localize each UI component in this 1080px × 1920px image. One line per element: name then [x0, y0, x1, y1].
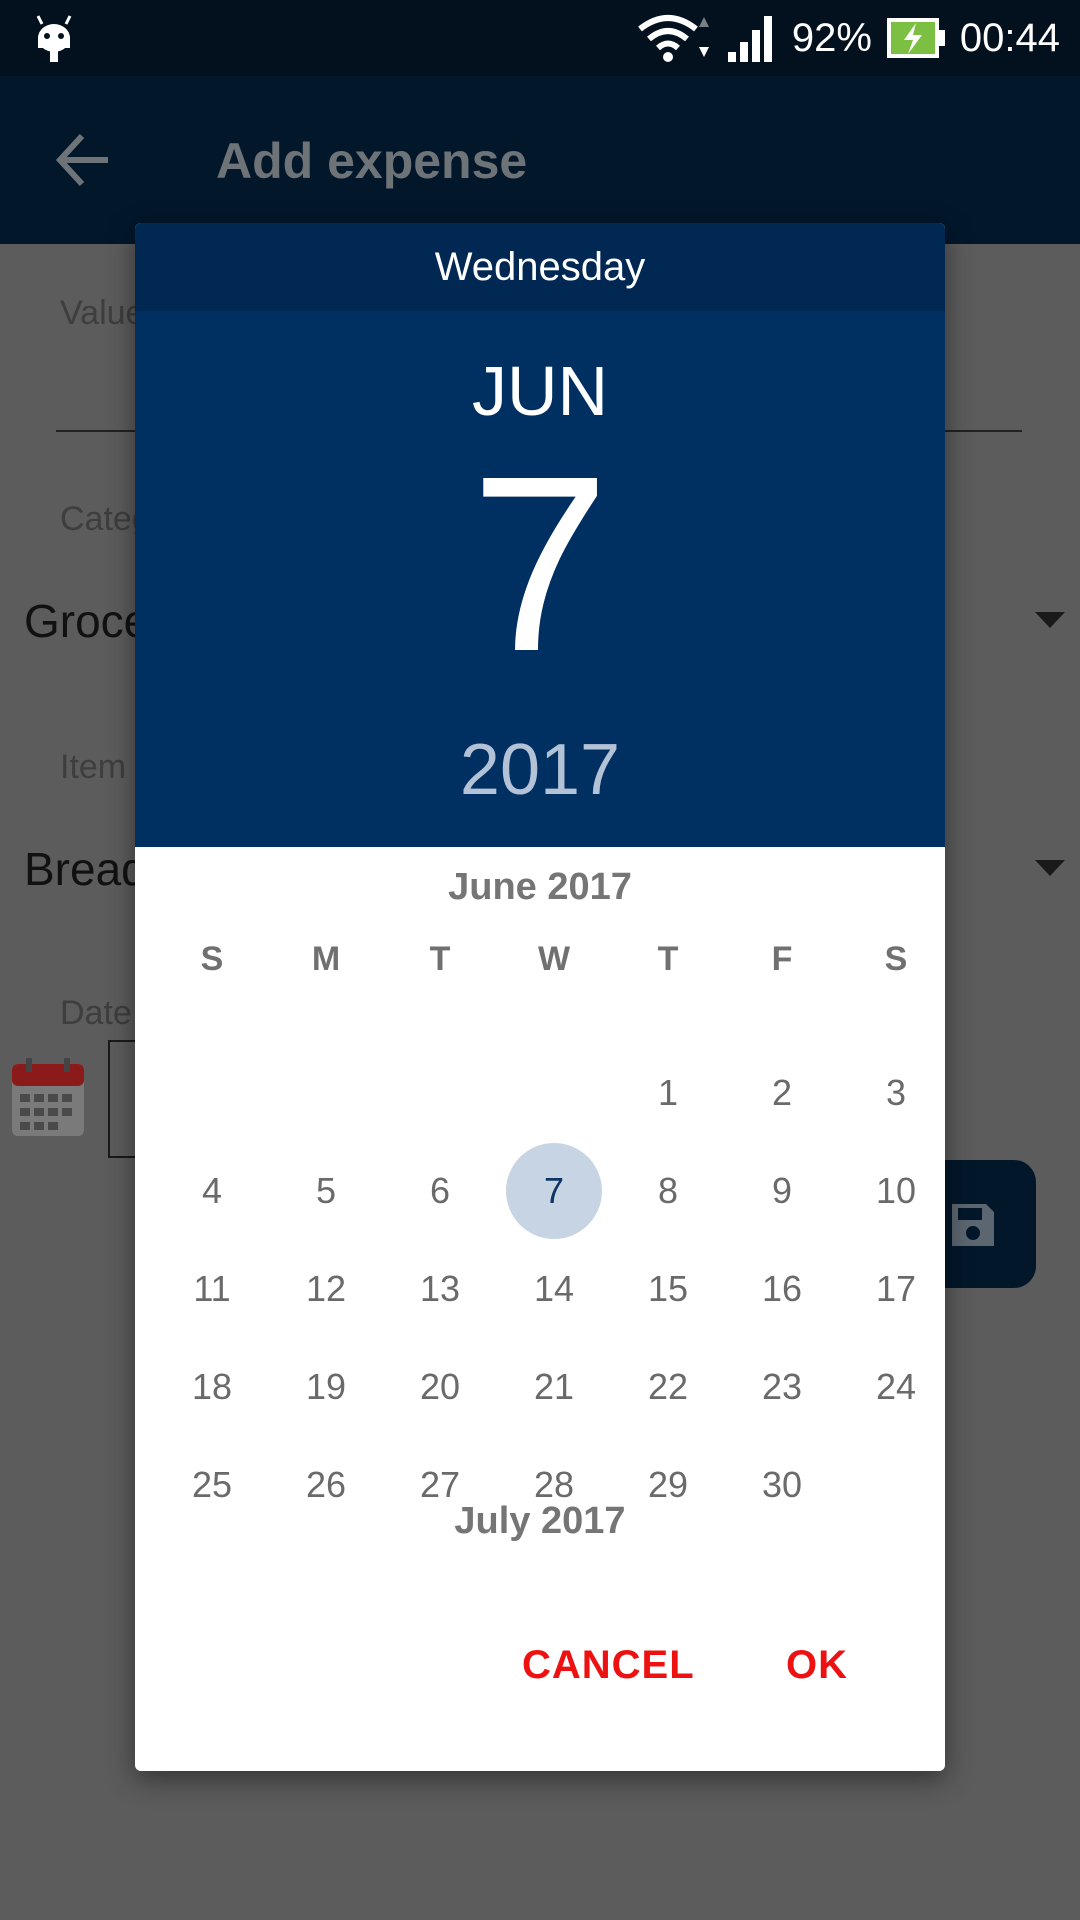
day-of-week-label: T: [429, 940, 451, 978]
battery-percent: 92%: [791, 15, 872, 60]
calendar-day[interactable]: 23: [725, 1339, 839, 1435]
calendar-day[interactable]: 3: [839, 1045, 945, 1141]
selected-month[interactable]: JUN: [135, 351, 945, 431]
day-of-week-label: F: [771, 940, 793, 978]
current-month-title: June 2017: [448, 866, 632, 908]
selected-year[interactable]: 2017: [135, 729, 945, 811]
calendar-day[interactable]: 1: [611, 1045, 725, 1141]
calendar-day[interactable]: 26: [269, 1437, 383, 1533]
calendar-day[interactable]: 21: [497, 1339, 611, 1435]
battery-charging-icon: [886, 18, 945, 58]
page-title: Add expense: [216, 133, 528, 189]
clock: 00:44: [959, 15, 1060, 60]
date-picker-header: JUN 7 2017: [135, 311, 945, 847]
signal-icon: [727, 16, 772, 62]
calendar-day[interactable]: 20: [383, 1339, 497, 1435]
calendar-day[interactable]: 14: [497, 1241, 611, 1337]
day-of-week-label: T: [657, 940, 679, 978]
date-label: Date: [60, 994, 132, 1032]
calendar-day[interactable]: 24: [839, 1339, 945, 1435]
item-select-value[interactable]: Bread: [24, 842, 147, 896]
date-picker-dialog: Wednesday JUN 7 2017 June 2017 SMTWTFS J…: [135, 223, 945, 1771]
day-of-week-label: S: [884, 940, 908, 978]
calendar-day[interactable]: 25: [155, 1437, 269, 1533]
selected-day[interactable]: 7: [135, 439, 945, 689]
value-label: Value: [60, 294, 145, 332]
calendar-day-selected[interactable]: 7: [497, 1143, 611, 1239]
calendar-day[interactable]: 29: [611, 1437, 725, 1533]
app-bar: Add expense: [0, 76, 1080, 244]
ok-button[interactable]: OK: [786, 1643, 848, 1688]
calendar-day[interactable]: 13: [383, 1241, 497, 1337]
status-bar: 92% 00:44: [0, 0, 1080, 76]
selected-weekday: Wednesday: [135, 223, 945, 311]
item-dropdown-icon[interactable]: [1035, 860, 1065, 876]
calendar-day[interactable]: 4: [155, 1143, 269, 1239]
save-button[interactable]: [930, 1160, 1036, 1288]
calendar-day[interactable]: 22: [611, 1339, 725, 1435]
calendar-day[interactable]: 6: [383, 1143, 497, 1239]
category-dropdown-icon[interactable]: [1035, 612, 1065, 628]
calendar-day[interactable]: 11: [155, 1241, 269, 1337]
day-of-week-label: W: [537, 940, 571, 978]
calendar-day[interactable]: 27: [383, 1437, 497, 1533]
cancel-button[interactable]: CANCEL: [522, 1643, 695, 1688]
calendar-day[interactable]: 19: [269, 1339, 383, 1435]
calendar-day[interactable]: 12: [269, 1241, 383, 1337]
calendar-day[interactable]: 17: [839, 1241, 945, 1337]
save-icon: [952, 1204, 994, 1246]
calendar-day[interactable]: 18: [155, 1339, 269, 1435]
back-arrow-icon[interactable]: [52, 128, 116, 192]
day-of-week-header: SMTWTFS: [155, 940, 945, 1000]
calendar-day[interactable]: 8: [611, 1143, 725, 1239]
calendar-day[interactable]: 10: [839, 1143, 945, 1239]
calendar-day[interactable]: 30: [725, 1437, 839, 1533]
calendar-icon[interactable]: [10, 1056, 86, 1138]
status-icons: 92% 00:44: [636, 0, 1060, 76]
day-of-week-label: M: [311, 940, 341, 978]
android-debug-icon: [36, 15, 72, 62]
calendar-day[interactable]: 15: [611, 1241, 725, 1337]
calendar-day[interactable]: 28: [497, 1437, 611, 1533]
calendar-day[interactable]: 2: [725, 1045, 839, 1141]
wifi-icon: [637, 15, 709, 62]
calendar-day[interactable]: 5: [269, 1143, 383, 1239]
day-of-week-label: S: [200, 940, 224, 978]
calendar-day[interactable]: 9: [725, 1143, 839, 1239]
item-label: Item: [60, 748, 127, 786]
calendar-day[interactable]: 16: [725, 1241, 839, 1337]
